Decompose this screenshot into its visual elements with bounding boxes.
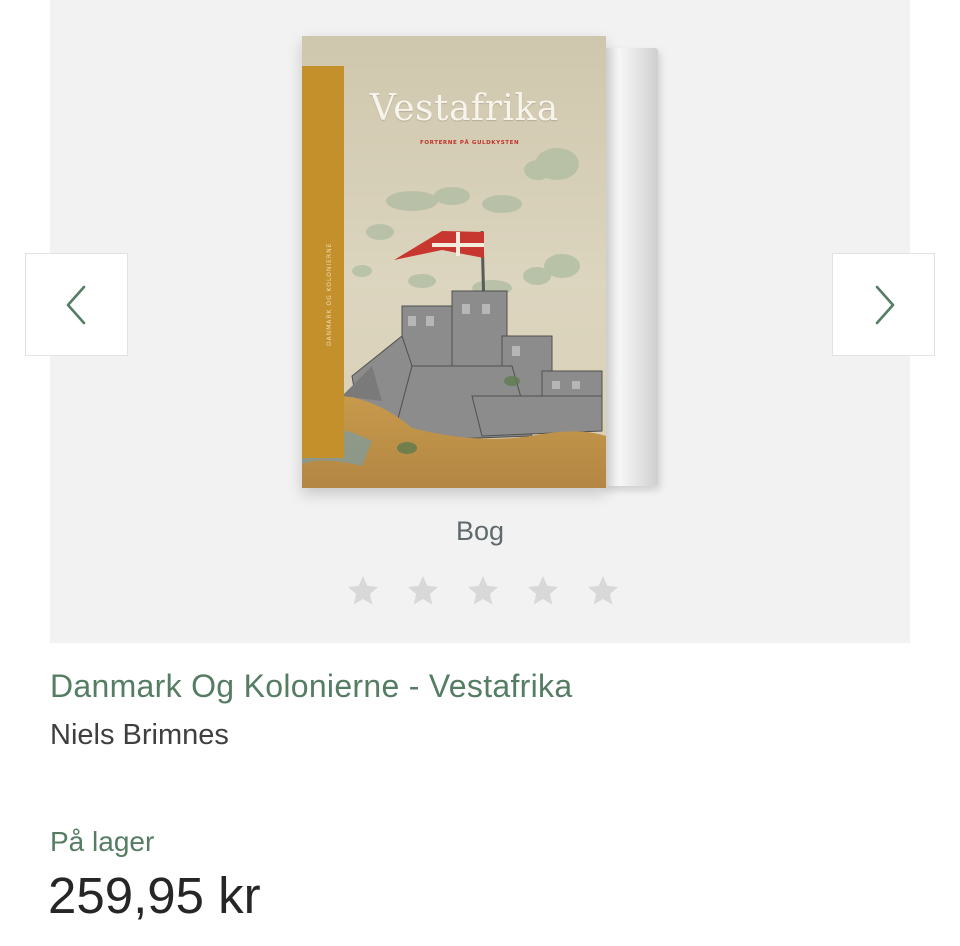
stock-status: På lager [50, 826, 155, 857]
carousel-prev-button[interactable] [25, 253, 128, 356]
product-image-gallery: DANMARK OG KOLONIERNE Vestafrika FORTERN… [50, 0, 910, 643]
product-author[interactable]: Niels Brimnes [50, 719, 229, 752]
star-icon[interactable] [585, 573, 621, 609]
product-price: 259,95 kr [48, 867, 261, 924]
star-icon[interactable] [405, 573, 441, 609]
rating-stars[interactable] [345, 573, 625, 609]
chevron-right-icon [875, 285, 894, 324]
book-cover: DANMARK OG KOLONIERNE Vestafrika FORTERN… [302, 36, 606, 488]
carousel-next-button[interactable] [832, 253, 935, 356]
book-pages [602, 48, 658, 486]
chevron-left-icon [66, 285, 85, 324]
format-label: Bog [455, 516, 505, 546]
cover-band: DANMARK OG KOLONIERNE [302, 66, 344, 458]
cover-subtitle: FORTERNE PÅ GULDKYSTEN [420, 140, 520, 146]
cover-spine-text: DANMARK OG KOLONIERNE [326, 242, 333, 346]
star-icon[interactable] [465, 573, 501, 609]
book-image[interactable]: DANMARK OG KOLONIERNE Vestafrika FORTERN… [302, 36, 662, 491]
product-title[interactable]: Danmark Og Kolonierne - Vestafrika [50, 668, 572, 705]
cover-title: Vestafrika [370, 88, 559, 129]
star-icon[interactable] [345, 573, 381, 609]
star-icon[interactable] [525, 573, 561, 609]
